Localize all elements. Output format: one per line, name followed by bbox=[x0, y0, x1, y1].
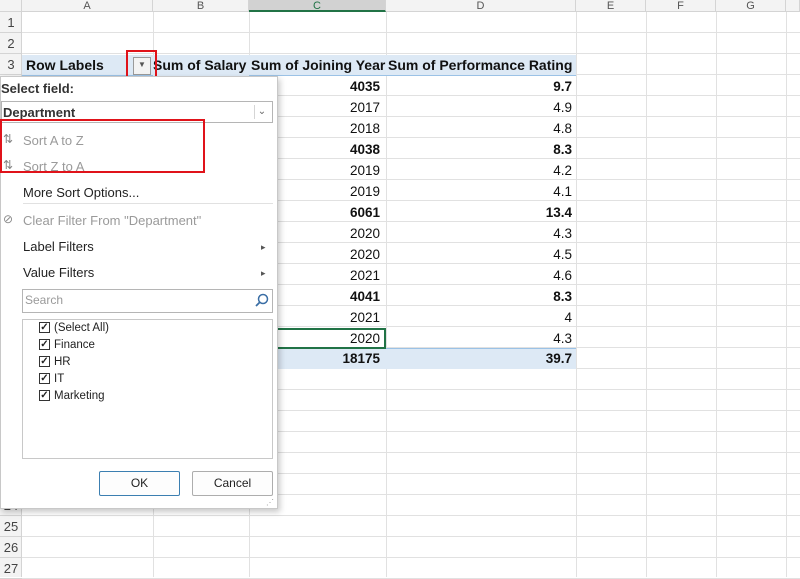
list-item-label: Marketing bbox=[54, 390, 105, 402]
list-item[interactable]: ✓ HR bbox=[39, 354, 71, 370]
select-all-corner[interactable] bbox=[0, 0, 22, 12]
column-header-g[interactable]: G bbox=[716, 0, 786, 12]
pivot-header-salary[interactable]: Sum of Salary bbox=[153, 55, 249, 77]
label-filters-item[interactable]: Label Filters bbox=[23, 239, 94, 254]
ok-button[interactable]: OK bbox=[99, 471, 180, 496]
list-item-label: (Select All) bbox=[54, 322, 109, 334]
search-input[interactable]: Search bbox=[22, 289, 273, 313]
checkbox-checked-icon[interactable]: ✓ bbox=[39, 339, 50, 351]
more-sort-options-item[interactable]: More Sort Options... bbox=[23, 185, 139, 200]
field-select-value: Department bbox=[3, 105, 76, 120]
performance-cell[interactable]: 4.1 bbox=[386, 181, 572, 202]
filter-values-list: ✓ (Select All) ✓ Finance ✓ HR ✓ IT ✓ Marketin… bbox=[22, 319, 273, 459]
list-item-label: HR bbox=[54, 356, 71, 368]
performance-cell[interactable]: 8.3 bbox=[386, 286, 572, 307]
list-item[interactable]: ✓ Marketing bbox=[39, 388, 105, 404]
grid-row-line bbox=[22, 32, 800, 33]
list-item[interactable]: ✓ (Select All) bbox=[39, 320, 109, 336]
grid-column-line bbox=[646, 12, 647, 577]
grid-column-line bbox=[786, 12, 787, 577]
column-header-b[interactable]: B bbox=[153, 0, 249, 12]
highlight-box-sort-options bbox=[0, 119, 205, 173]
column-header-c[interactable]: C bbox=[249, 0, 386, 12]
row-header[interactable]: 2 bbox=[0, 33, 22, 54]
performance-cell[interactable]: 4.5 bbox=[386, 244, 572, 265]
performance-cell[interactable]: 4.9 bbox=[386, 97, 572, 118]
checkbox-checked-icon[interactable]: ✓ bbox=[39, 373, 50, 385]
row-header[interactable]: 27 bbox=[0, 558, 22, 579]
list-item-label: IT bbox=[54, 373, 65, 385]
total-performance-cell[interactable]: 39.7 bbox=[386, 348, 572, 369]
grid-row-line bbox=[22, 515, 800, 516]
grid-row-line bbox=[22, 536, 800, 537]
search-icon bbox=[255, 293, 269, 307]
performance-cell[interactable]: 4.3 bbox=[386, 223, 572, 244]
row-header[interactable]: 26 bbox=[0, 537, 22, 558]
performance-cell[interactable]: 4.2 bbox=[386, 160, 572, 181]
checkbox-checked-icon[interactable]: ✓ bbox=[39, 322, 50, 334]
performance-cell[interactable]: 9.7 bbox=[386, 76, 572, 97]
pivot-header-performance[interactable]: Sum of Performance Rating bbox=[386, 55, 576, 76]
cancel-button[interactable]: Cancel bbox=[192, 471, 273, 496]
performance-cell[interactable]: 4.6 bbox=[386, 265, 572, 286]
column-header-a[interactable]: A bbox=[22, 0, 153, 12]
list-item[interactable]: ✓ IT bbox=[39, 371, 64, 387]
submenu-arrow-icon: ▸ bbox=[261, 268, 266, 278]
column-header-d[interactable]: D bbox=[386, 0, 576, 12]
grid-column-line bbox=[576, 12, 577, 577]
submenu-arrow-icon: ▸ bbox=[261, 242, 266, 252]
column-header-e[interactable]: E bbox=[576, 0, 646, 12]
grid-row-line bbox=[22, 557, 800, 558]
column-header-bar: A B C D E F G bbox=[0, 0, 800, 12]
performance-cell[interactable]: 8.3 bbox=[386, 139, 572, 160]
filter-dropdown-panel: Select field: Department ⌄ ⇅ Sort A to Z… bbox=[0, 76, 278, 509]
search-placeholder: Search bbox=[25, 293, 64, 307]
performance-cell[interactable]: 4.8 bbox=[386, 118, 572, 139]
performance-cell[interactable]: 13.4 bbox=[386, 202, 572, 223]
checkbox-checked-icon[interactable]: ✓ bbox=[39, 356, 50, 368]
checkbox-checked-icon[interactable]: ✓ bbox=[39, 390, 50, 402]
clear-filter-icon: ⊘ bbox=[3, 212, 14, 226]
row-header[interactable]: 1 bbox=[0, 12, 22, 33]
row-header[interactable]: 3 bbox=[0, 54, 22, 75]
select-field-label: Select field: bbox=[1, 81, 74, 96]
grid-column-line bbox=[716, 12, 717, 577]
row-header[interactable]: 25 bbox=[0, 516, 22, 537]
performance-cell[interactable]: 4 bbox=[386, 307, 572, 328]
resize-grip-icon[interactable]: ⋰ bbox=[266, 498, 274, 507]
clear-filter-item[interactable]: Clear Filter From "Department" bbox=[23, 213, 201, 228]
chevron-down-icon[interactable]: ⌄ bbox=[254, 105, 269, 119]
column-header-h[interactable] bbox=[786, 0, 800, 12]
performance-cell[interactable]: 4.3 bbox=[386, 328, 572, 349]
pivot-header-joining-year[interactable]: Sum of Joining Year bbox=[249, 55, 386, 76]
list-item[interactable]: ✓ Finance bbox=[39, 337, 95, 353]
list-item-label: Finance bbox=[54, 339, 95, 351]
menu-separator bbox=[23, 203, 273, 204]
value-filters-item[interactable]: Value Filters bbox=[23, 265, 94, 280]
column-header-f[interactable]: F bbox=[646, 0, 716, 12]
